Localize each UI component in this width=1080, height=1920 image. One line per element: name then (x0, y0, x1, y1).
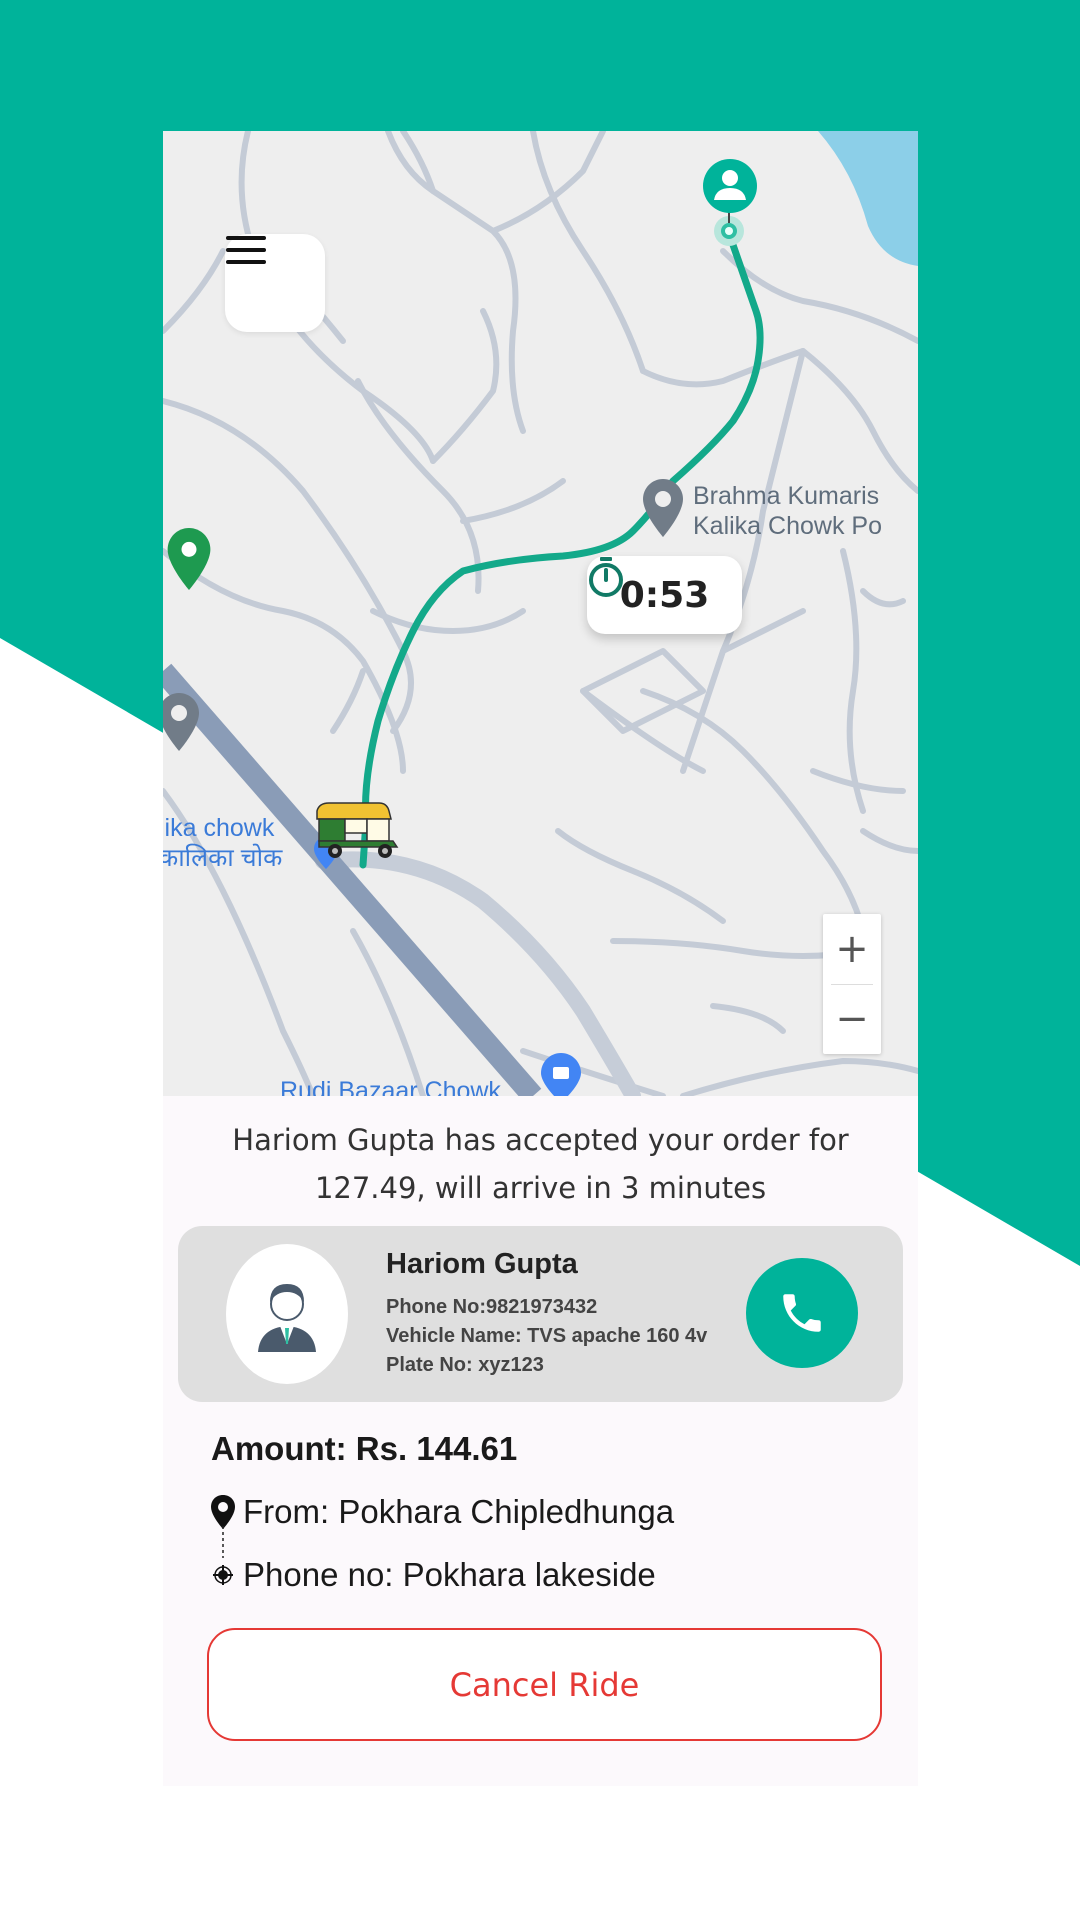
map-pin-icon[interactable] (163, 693, 199, 751)
zoom-control: + − (823, 914, 881, 1054)
call-driver-button[interactable] (746, 1258, 858, 1368)
map-pin-icon[interactable] (167, 528, 211, 590)
zoom-divider (831, 984, 873, 985)
driver-plate: Plate No: xyz123 (386, 1354, 544, 1376)
map-view[interactable]: Brahma Kumaris Kalika Chowk Po lika chow… (163, 131, 918, 1096)
driver-avatar-icon (258, 1284, 316, 1352)
auto-rickshaw-icon[interactable] (313, 801, 401, 861)
phone-icon (783, 1294, 821, 1332)
poi-label-kalika: lika chowk कालिका चोक (163, 814, 283, 872)
driver-vehicle: Vehicle Name: TVS apache 160 4v (386, 1325, 708, 1347)
shopping-pin-icon[interactable] (541, 1053, 581, 1096)
zoom-in-button[interactable]: + (823, 914, 881, 984)
user-pin-icon[interactable] (702, 158, 758, 214)
driver-name: Hariom Gupta (386, 1248, 578, 1280)
eta-timer: 0:53 (587, 556, 742, 634)
cancel-ride-button[interactable]: Cancel Ride (207, 1628, 882, 1741)
phone-screen: Brahma Kumaris Kalika Chowk Po lika chow… (163, 131, 918, 1786)
destination-icon (213, 1565, 233, 1585)
timer-text: 0:53 (619, 574, 710, 616)
poi-label-rudi: Rudi Bazaar Chowk (280, 1077, 501, 1096)
driver-card: Hariom Gupta Phone No:9821973432 Vehicle… (178, 1226, 903, 1402)
dropoff-row: Phone no: Pokhara lakeside (211, 1556, 656, 1594)
zoom-out-button[interactable]: − (823, 984, 881, 1054)
dropoff-text: Phone no: Pokhara lakeside (243, 1556, 656, 1593)
timer-icon (589, 557, 623, 597)
poi-label-brahma: Brahma Kumaris Kalika Chowk Po (693, 482, 882, 540)
map-pin-icon[interactable] (643, 479, 683, 537)
route-connector (222, 1526, 224, 1558)
status-message: Hariom Gupta has accepted your order for… (232, 1123, 849, 1205)
avatar (226, 1244, 348, 1384)
fare-amount: Amount: Rs. 144.61 (211, 1430, 518, 1467)
pickup-text: From: Pokhara Chipledhunga (243, 1493, 675, 1530)
menu-button[interactable] (225, 234, 325, 332)
pickup-row: From: Pokhara Chipledhunga (211, 1493, 674, 1531)
menu-icon (226, 236, 266, 264)
driver-phone: Phone No:9821973432 (386, 1296, 598, 1318)
location-pin-icon (211, 1495, 235, 1529)
